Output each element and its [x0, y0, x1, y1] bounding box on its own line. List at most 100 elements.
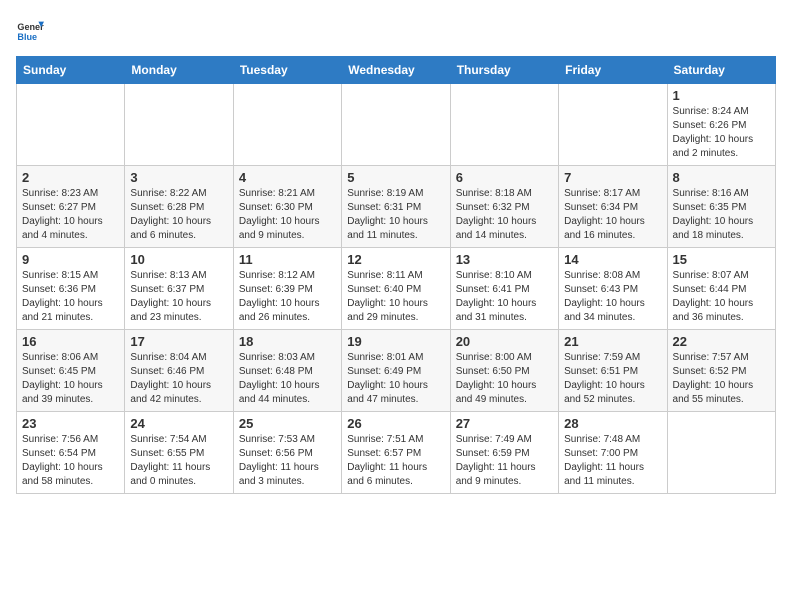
calendar-cell: 20 Sunrise: 8:00 AM Sunset: 6:50 PM Dayli…	[450, 330, 558, 412]
day-info: Sunrise: 8:00 AM Sunset: 6:50 PM Dayligh…	[456, 351, 553, 407]
calendar-cell: 10 Sunrise: 8:13 AM Sunset: 6:37 PM Dayli…	[125, 248, 233, 330]
calendar-cell: 23 Sunrise: 7:56 AM Sunset: 6:54 PM Dayli…	[17, 412, 125, 494]
day-info: Sunrise: 7:56 AM Sunset: 6:54 PM Dayligh…	[22, 433, 119, 489]
day-number: 25	[239, 416, 336, 431]
calendar-cell: 19 Sunrise: 8:01 AM Sunset: 6:49 PM Dayli…	[342, 330, 450, 412]
day-number: 6	[456, 170, 553, 185]
calendar-cell	[559, 84, 667, 166]
weekday-header-thursday: Thursday	[450, 57, 558, 84]
day-number: 19	[347, 334, 444, 349]
day-info: Sunrise: 8:01 AM Sunset: 6:49 PM Dayligh…	[347, 351, 444, 407]
day-info: Sunrise: 7:51 AM Sunset: 6:57 PM Dayligh…	[347, 433, 444, 489]
day-info: Sunrise: 7:49 AM Sunset: 6:59 PM Dayligh…	[456, 433, 553, 489]
day-number: 21	[564, 334, 661, 349]
day-info: Sunrise: 8:21 AM Sunset: 6:30 PM Dayligh…	[239, 187, 336, 243]
day-info: Sunrise: 8:08 AM Sunset: 6:43 PM Dayligh…	[564, 269, 661, 325]
calendar-cell: 21 Sunrise: 7:59 AM Sunset: 6:51 PM Dayli…	[559, 330, 667, 412]
day-number: 16	[22, 334, 119, 349]
calendar-cell: 7 Sunrise: 8:17 AM Sunset: 6:34 PM Daylig…	[559, 166, 667, 248]
calendar-cell: 13 Sunrise: 8:10 AM Sunset: 6:41 PM Dayli…	[450, 248, 558, 330]
day-info: Sunrise: 7:59 AM Sunset: 6:51 PM Dayligh…	[564, 351, 661, 407]
calendar-cell	[17, 84, 125, 166]
calendar-cell: 22 Sunrise: 7:57 AM Sunset: 6:52 PM Dayli…	[667, 330, 775, 412]
calendar-cell: 11 Sunrise: 8:12 AM Sunset: 6:39 PM Dayli…	[233, 248, 341, 330]
day-number: 26	[347, 416, 444, 431]
calendar-cell: 16 Sunrise: 8:06 AM Sunset: 6:45 PM Dayli…	[17, 330, 125, 412]
calendar-cell: 2 Sunrise: 8:23 AM Sunset: 6:27 PM Daylig…	[17, 166, 125, 248]
day-info: Sunrise: 8:18 AM Sunset: 6:32 PM Dayligh…	[456, 187, 553, 243]
day-number: 28	[564, 416, 661, 431]
day-info: Sunrise: 8:22 AM Sunset: 6:28 PM Dayligh…	[130, 187, 227, 243]
day-info: Sunrise: 8:17 AM Sunset: 6:34 PM Dayligh…	[564, 187, 661, 243]
calendar-cell: 27 Sunrise: 7:49 AM Sunset: 6:59 PM Dayli…	[450, 412, 558, 494]
day-info: Sunrise: 8:15 AM Sunset: 6:36 PM Dayligh…	[22, 269, 119, 325]
day-info: Sunrise: 8:03 AM Sunset: 6:48 PM Dayligh…	[239, 351, 336, 407]
day-info: Sunrise: 8:23 AM Sunset: 6:27 PM Dayligh…	[22, 187, 119, 243]
day-number: 4	[239, 170, 336, 185]
day-number: 12	[347, 252, 444, 267]
calendar-cell	[233, 84, 341, 166]
calendar-cell: 14 Sunrise: 8:08 AM Sunset: 6:43 PM Dayli…	[559, 248, 667, 330]
weekday-header-saturday: Saturday	[667, 57, 775, 84]
calendar-cell	[450, 84, 558, 166]
calendar-cell: 6 Sunrise: 8:18 AM Sunset: 6:32 PM Daylig…	[450, 166, 558, 248]
day-number: 9	[22, 252, 119, 267]
weekday-header-sunday: Sunday	[17, 57, 125, 84]
calendar-cell: 24 Sunrise: 7:54 AM Sunset: 6:55 PM Dayli…	[125, 412, 233, 494]
weekday-header-friday: Friday	[559, 57, 667, 84]
day-number: 18	[239, 334, 336, 349]
day-number: 17	[130, 334, 227, 349]
day-info: Sunrise: 8:19 AM Sunset: 6:31 PM Dayligh…	[347, 187, 444, 243]
day-number: 5	[347, 170, 444, 185]
logo: General Blue	[16, 16, 44, 44]
day-number: 3	[130, 170, 227, 185]
day-info: Sunrise: 7:48 AM Sunset: 7:00 PM Dayligh…	[564, 433, 661, 489]
day-info: Sunrise: 8:11 AM Sunset: 6:40 PM Dayligh…	[347, 269, 444, 325]
day-info: Sunrise: 8:07 AM Sunset: 6:44 PM Dayligh…	[673, 269, 770, 325]
day-number: 2	[22, 170, 119, 185]
day-number: 7	[564, 170, 661, 185]
svg-text:Blue: Blue	[17, 32, 37, 42]
calendar-cell: 18 Sunrise: 8:03 AM Sunset: 6:48 PM Dayli…	[233, 330, 341, 412]
day-number: 8	[673, 170, 770, 185]
day-info: Sunrise: 8:13 AM Sunset: 6:37 PM Dayligh…	[130, 269, 227, 325]
calendar-cell: 9 Sunrise: 8:15 AM Sunset: 6:36 PM Daylig…	[17, 248, 125, 330]
day-info: Sunrise: 7:53 AM Sunset: 6:56 PM Dayligh…	[239, 433, 336, 489]
day-number: 23	[22, 416, 119, 431]
calendar-cell: 1Sunrise: 8:24 AM Sunset: 6:26 PM Daylig…	[667, 84, 775, 166]
day-info: Sunrise: 8:10 AM Sunset: 6:41 PM Dayligh…	[456, 269, 553, 325]
calendar-cell	[125, 84, 233, 166]
calendar-cell: 17 Sunrise: 8:04 AM Sunset: 6:46 PM Dayli…	[125, 330, 233, 412]
day-number: 20	[456, 334, 553, 349]
day-info: Sunrise: 8:06 AM Sunset: 6:45 PM Dayligh…	[22, 351, 119, 407]
day-info: Sunrise: 8:04 AM Sunset: 6:46 PM Dayligh…	[130, 351, 227, 407]
calendar-cell: 8 Sunrise: 8:16 AM Sunset: 6:35 PM Daylig…	[667, 166, 775, 248]
calendar-table: SundayMondayTuesdayWednesdayThursdayFrid…	[16, 56, 776, 494]
weekday-header-tuesday: Tuesday	[233, 57, 341, 84]
weekday-header-monday: Monday	[125, 57, 233, 84]
weekday-header-wednesday: Wednesday	[342, 57, 450, 84]
day-number: 1	[673, 88, 770, 103]
logo-icon: General Blue	[16, 16, 44, 44]
day-number: 11	[239, 252, 336, 267]
day-number: 27	[456, 416, 553, 431]
calendar-cell: 28 Sunrise: 7:48 AM Sunset: 7:00 PM Dayli…	[559, 412, 667, 494]
calendar-cell	[342, 84, 450, 166]
calendar-cell: 5 Sunrise: 8:19 AM Sunset: 6:31 PM Daylig…	[342, 166, 450, 248]
day-number: 14	[564, 252, 661, 267]
day-number: 13	[456, 252, 553, 267]
day-info: Sunrise: 7:57 AM Sunset: 6:52 PM Dayligh…	[673, 351, 770, 407]
day-info: Sunrise: 7:54 AM Sunset: 6:55 PM Dayligh…	[130, 433, 227, 489]
calendar-cell: 25 Sunrise: 7:53 AM Sunset: 6:56 PM Dayli…	[233, 412, 341, 494]
calendar-cell: 12 Sunrise: 8:11 AM Sunset: 6:40 PM Dayli…	[342, 248, 450, 330]
calendar-cell: 15 Sunrise: 8:07 AM Sunset: 6:44 PM Dayli…	[667, 248, 775, 330]
calendar-cell: 3 Sunrise: 8:22 AM Sunset: 6:28 PM Daylig…	[125, 166, 233, 248]
day-number: 22	[673, 334, 770, 349]
day-number: 15	[673, 252, 770, 267]
day-info: Sunrise: 8:12 AM Sunset: 6:39 PM Dayligh…	[239, 269, 336, 325]
calendar-cell: 26 Sunrise: 7:51 AM Sunset: 6:57 PM Dayli…	[342, 412, 450, 494]
calendar-cell	[667, 412, 775, 494]
day-info: Sunrise: 8:16 AM Sunset: 6:35 PM Dayligh…	[673, 187, 770, 243]
day-number: 24	[130, 416, 227, 431]
day-number: 10	[130, 252, 227, 267]
